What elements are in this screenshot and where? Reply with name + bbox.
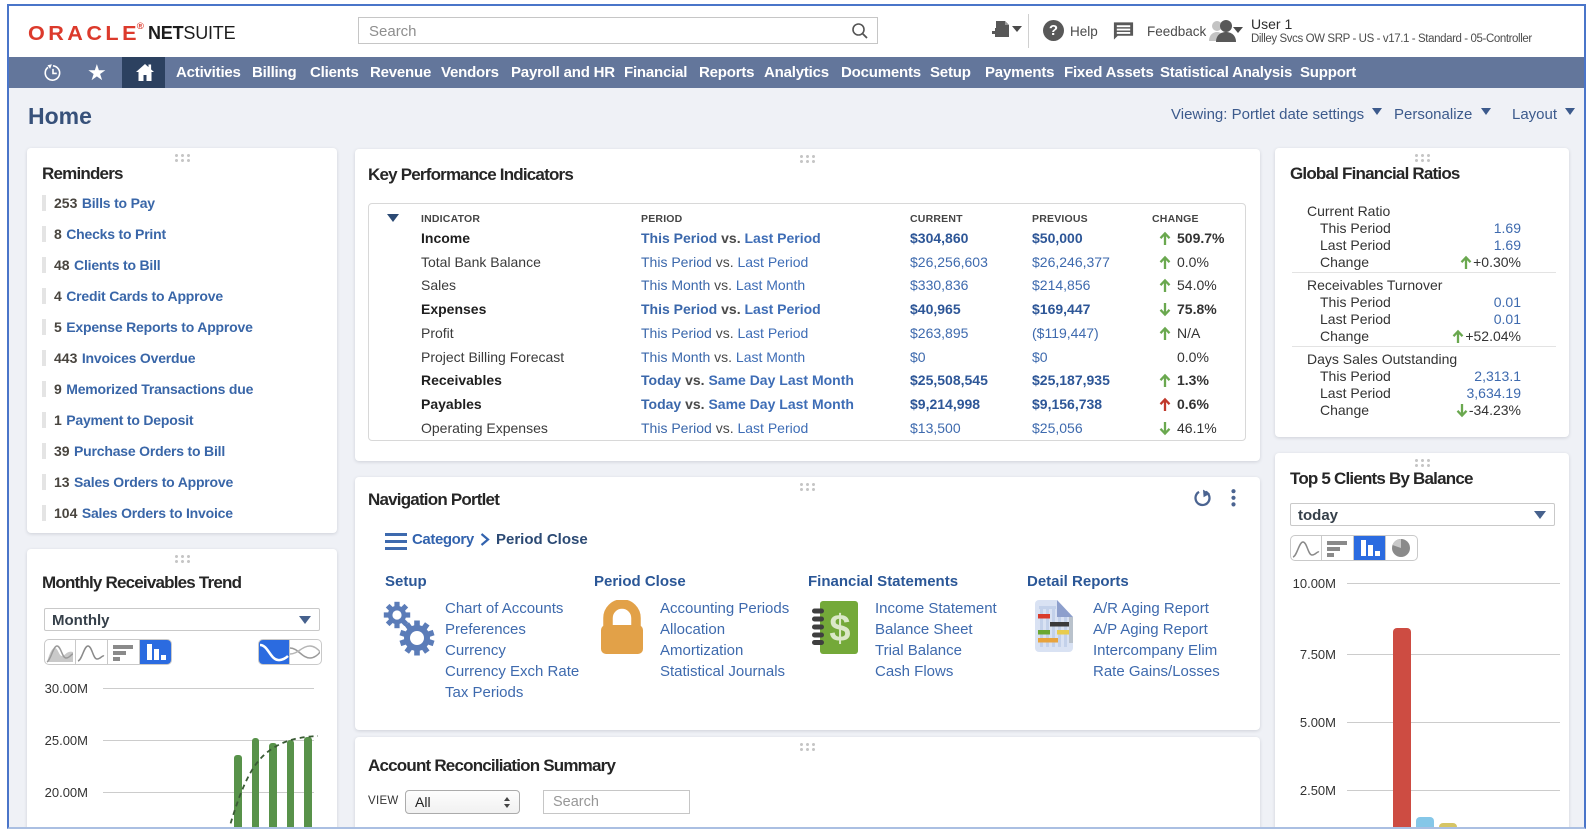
svg-text:$: $ [829, 608, 850, 650]
